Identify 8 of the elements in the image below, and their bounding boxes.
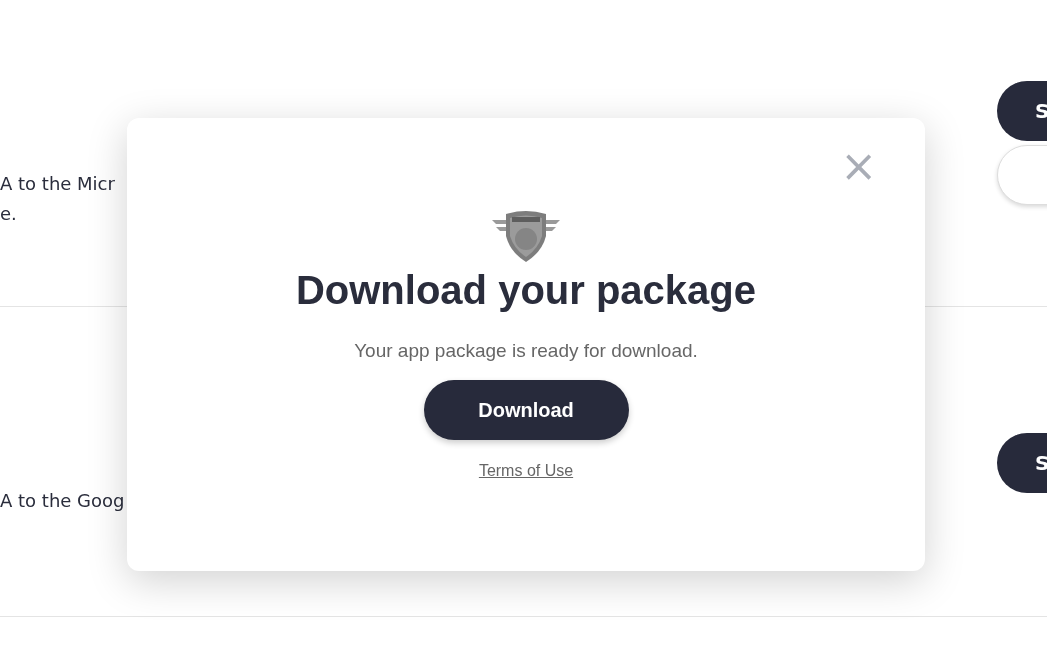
- terms-link[interactable]: Terms of Use: [478, 462, 574, 480]
- shield-icon: [490, 208, 562, 262]
- dialog-title: Download your package: [295, 267, 757, 314]
- dialog-message: Your app package is ready for download.: [354, 339, 698, 363]
- row-text: e.: [0, 202, 18, 226]
- download-button[interactable]: Download: [423, 380, 629, 440]
- row-text: A to the Micr: [0, 172, 115, 196]
- row-text: A to the Goog: [0, 489, 125, 513]
